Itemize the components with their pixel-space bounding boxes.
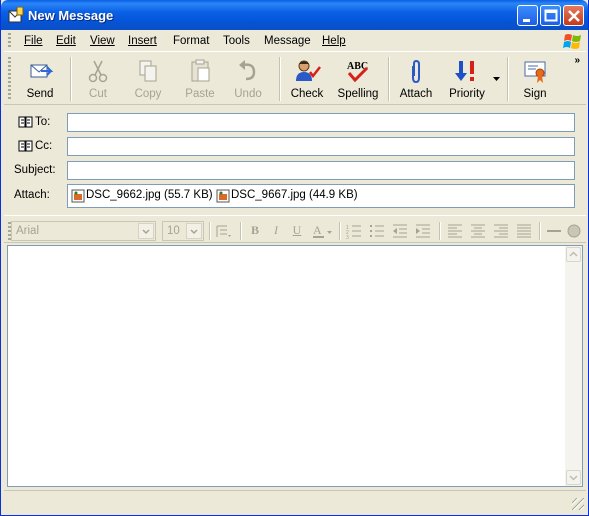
status-bar — [4, 490, 586, 512]
close-icon — [568, 10, 580, 22]
vertical-scrollbar[interactable] — [565, 246, 582, 486]
priority-dropdown[interactable] — [491, 57, 501, 103]
priority-button[interactable]: Priority — [444, 57, 490, 103]
spelling-button[interactable]: ABC Spelling — [335, 57, 381, 103]
attach-label: Attach: — [14, 189, 50, 201]
paperclip-icon — [412, 59, 420, 84]
to-field[interactable] — [67, 113, 575, 132]
minimize-button[interactable] — [517, 5, 538, 26]
menu-bar: File Edit View Insert Format Tools Messa… — [4, 30, 586, 52]
font-size-select[interactable]: 10 — [162, 221, 204, 241]
toolbar-separator — [209, 222, 211, 240]
subject-label: Subject: — [14, 164, 56, 176]
attachment-item[interactable]: DSC_9667.jpg (44.9 KB) — [216, 189, 358, 205]
attachments-list: DSC_9662.jpg (55.7 KB) DSC_9667.jpg (44.… — [67, 184, 575, 208]
chevron-down-icon — [569, 475, 578, 481]
toolbar-separator — [279, 57, 281, 101]
send-icon — [30, 64, 53, 78]
toolbar-separator — [339, 222, 341, 240]
copy-button[interactable]: Copy — [128, 57, 168, 103]
menu-tools[interactable]: Tools — [223, 35, 250, 47]
align-center-icon[interactable] — [470, 223, 486, 239]
new-message-window: New Message File Edit View Insert Format… — [0, 0, 589, 516]
toolbar-separator — [388, 57, 390, 101]
insert-hyperlink-icon[interactable] — [566, 223, 582, 239]
to-label[interactable]: To: — [35, 116, 50, 128]
scissors-icon — [88, 60, 108, 83]
spelling-icon: ABC — [347, 61, 368, 83]
paragraph-style-icon[interactable] — [215, 223, 231, 239]
check-names-icon — [296, 60, 321, 81]
windows-logo-icon — [563, 34, 581, 49]
attachment-item[interactable]: DSC_9662.jpg (55.7 KB) — [71, 189, 213, 205]
cut-button[interactable]: Cut — [78, 57, 118, 103]
horizontal-line-icon[interactable] — [546, 223, 562, 239]
maximize-button[interactable] — [540, 5, 561, 26]
font-color-icon[interactable]: A — [312, 223, 334, 239]
menu-message[interactable]: Message — [264, 35, 311, 47]
menu-format[interactable]: Format — [173, 35, 209, 47]
menu-grip[interactable] — [8, 33, 11, 49]
maximize-icon — [544, 9, 558, 22]
cc-label[interactable]: Cc: — [35, 140, 52, 152]
priority-icon — [455, 61, 474, 81]
scroll-down-button[interactable] — [566, 470, 581, 485]
undo-button[interactable]: Undo — [228, 57, 268, 103]
align-right-icon[interactable] — [493, 223, 509, 239]
menu-edit[interactable]: Edit — [56, 35, 76, 47]
certificate-icon — [524, 61, 546, 83]
chevron-down-icon[interactable] — [138, 223, 154, 239]
italic-icon[interactable]: I — [268, 223, 284, 239]
toolbar-separator — [439, 222, 441, 240]
formatting-toolbar: Arial 10 B I U A 123 — [4, 215, 586, 243]
standard-toolbar: Send Cut Copy Paste Undo Check ABC Spell… — [4, 53, 586, 105]
toolbar-grip[interactable] — [8, 57, 11, 99]
resize-grip-icon[interactable] — [572, 498, 584, 510]
bold-icon[interactable]: B — [247, 223, 263, 239]
address-book-icon[interactable] — [18, 140, 34, 152]
attach-button[interactable]: Attach — [396, 57, 436, 103]
address-book-icon[interactable] — [18, 116, 34, 128]
toolbar-separator — [70, 57, 72, 101]
underline-icon[interactable]: U — [289, 223, 305, 239]
font-name-select[interactable]: Arial — [11, 221, 156, 241]
undo-icon — [239, 60, 256, 81]
message-body[interactable] — [7, 245, 583, 487]
minimize-icon — [523, 19, 530, 22]
increase-indent-icon[interactable] — [415, 223, 431, 239]
bulleted-list-icon[interactable] — [369, 223, 385, 239]
paste-icon — [191, 59, 210, 82]
envelope-icon — [8, 7, 24, 23]
send-button[interactable]: Send — [18, 57, 62, 103]
align-left-icon[interactable] — [447, 223, 463, 239]
subject-field[interactable] — [67, 161, 575, 180]
toolbar-overflow-chevron-icon[interactable]: » — [574, 55, 580, 66]
title-bar[interactable]: New Message — [1, 0, 588, 30]
svg-text:A: A — [313, 223, 322, 237]
chevron-down-icon[interactable] — [186, 223, 202, 239]
window-title: New Message — [28, 8, 114, 23]
toolbar-separator — [240, 222, 242, 240]
toolbar-separator — [507, 57, 509, 101]
cc-field[interactable] — [67, 137, 575, 156]
scroll-up-button[interactable] — [566, 247, 581, 262]
justify-icon[interactable] — [516, 223, 532, 239]
decrease-indent-icon[interactable] — [392, 223, 408, 239]
close-button[interactable] — [563, 5, 584, 26]
dropdown-arrow-icon — [493, 77, 500, 81]
svg-text:3: 3 — [346, 235, 349, 239]
menu-insert[interactable]: Insert — [128, 35, 157, 47]
copy-icon — [139, 60, 157, 82]
sign-button[interactable]: Sign — [515, 57, 555, 103]
image-file-icon — [216, 189, 230, 203]
toolbar-separator — [539, 222, 541, 240]
paste-button[interactable]: Paste — [178, 57, 222, 103]
menu-help[interactable]: Help — [322, 35, 346, 47]
chevron-up-icon — [569, 251, 578, 257]
check-names-button[interactable]: Check — [287, 57, 327, 103]
menu-view[interactable]: View — [90, 35, 115, 47]
menu-file[interactable]: File — [24, 35, 43, 47]
numbered-list-icon[interactable]: 123 — [346, 223, 362, 241]
image-file-icon — [71, 189, 85, 203]
